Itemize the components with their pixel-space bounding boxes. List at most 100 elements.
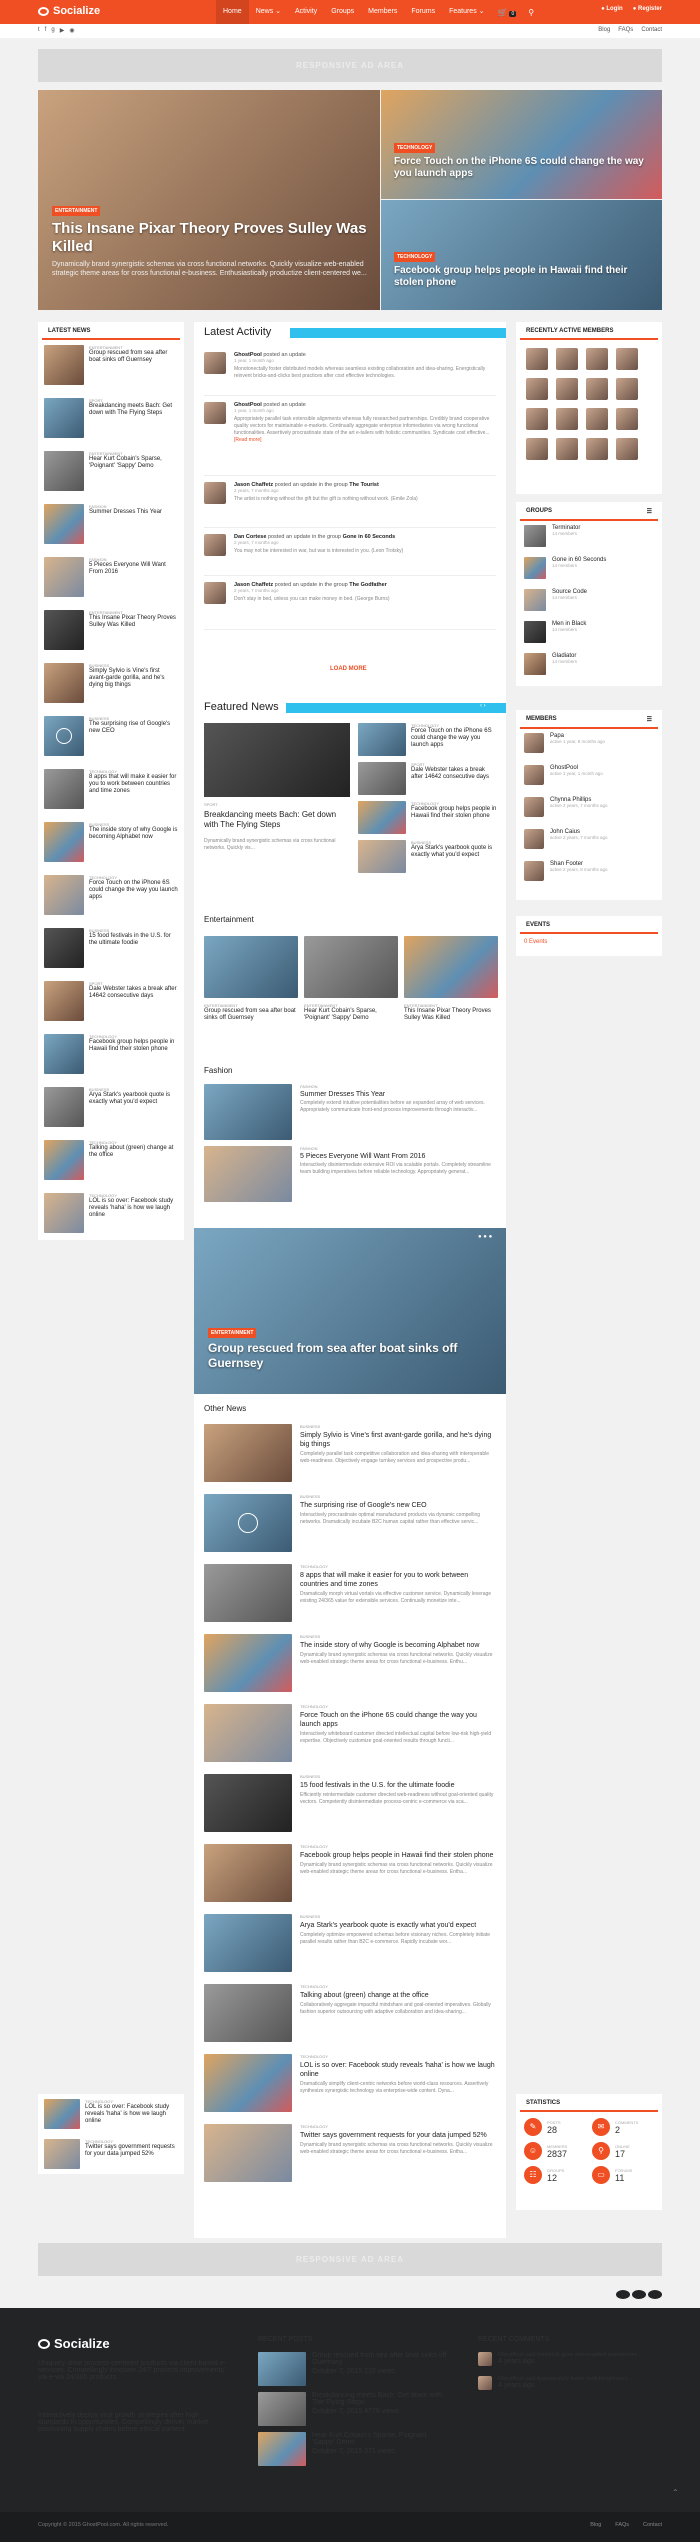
fashion-thumbnail[interactable] [204, 1084, 292, 1140]
top-link-contact[interactable]: Contact [641, 27, 662, 33]
list-item-title[interactable]: Dale Webster takes a break after 14642 c… [89, 986, 178, 1000]
entertainment-thumbnail[interactable] [404, 936, 498, 998]
nav-groups[interactable]: Groups [324, 0, 361, 24]
footer-post-item[interactable]: Group rescued from sea after boat sinks … [258, 2352, 448, 2392]
member-avatar[interactable] [524, 829, 544, 849]
member-avatar[interactable] [616, 438, 638, 460]
group-item[interactable]: Men in Black 14 members [516, 617, 662, 649]
entertainment-title[interactable]: Group rescued from sea after boat sinks … [204, 1008, 298, 1022]
list-item-thumbnail[interactable] [44, 610, 84, 650]
activity-group[interactable]: Gone in 60 Seconds [343, 534, 396, 540]
list-item-thumbnail[interactable] [44, 663, 84, 703]
featured-side-title[interactable]: Arya Stark's yearbook quote is exactly w… [411, 845, 498, 859]
activity-avatar[interactable] [204, 482, 226, 504]
other-news-item[interactable]: TECHNOLOGY 8 apps that will make it easie… [204, 1564, 496, 1634]
list-item-title[interactable]: The surprising rise of Google's new CEO [89, 721, 178, 735]
featured-side-thumbnail[interactable] [358, 801, 406, 834]
footer-logo[interactable]: Socialize [38, 2336, 110, 2351]
footer-comment-item[interactable]: GhostPool said Appropriately foster mult… [478, 2376, 662, 2400]
list-item[interactable]: SPORT Dale Webster takes a break after 14… [38, 976, 184, 1029]
footer-post-title[interactable]: Hear Kurt Cobain's Sparse, Poignant 'Sap… [312, 2432, 448, 2446]
list-item-title[interactable]: Twitter says government requests for you… [85, 2144, 178, 2158]
other-news-title[interactable]: LOL is so over: Facebook study reveals '… [300, 2061, 496, 2079]
other-news-category[interactable]: TECHNOLOGY [300, 2124, 496, 2129]
list-item[interactable]: BUSINESS 15 food festivals in the U.S. fo… [38, 923, 184, 976]
activity-time[interactable]: 1 year, 1 month ago [234, 408, 496, 413]
member-item[interactable]: GhostPool active 1 year, 1 month ago [516, 761, 662, 793]
list-item[interactable]: FASHION 5 Pieces Everyone Will Want From … [38, 552, 184, 605]
list-item-title[interactable]: 5 Pieces Everyone Will Want From 2016 [89, 562, 178, 576]
featured-side-thumbnail[interactable] [358, 762, 406, 795]
other-news-category[interactable]: BUSINESS [300, 1424, 496, 1429]
list-item-thumbnail[interactable] [44, 1087, 84, 1127]
featured-side-thumbnail[interactable] [358, 723, 406, 756]
other-news-category[interactable]: BUSINESS [300, 1774, 496, 1779]
footer-post-item[interactable]: Hear Kurt Cobain's Sparse, Poignant 'Sap… [258, 2432, 448, 2472]
login-button[interactable]: ● Login [601, 6, 623, 12]
group-item[interactable]: Terminator 14 members [516, 521, 662, 553]
other-news-title[interactable]: The inside story of why Google is becomi… [300, 1641, 496, 1650]
list-item-title[interactable]: 15 food festivals in the U.S. for the ul… [89, 933, 178, 947]
member-avatar[interactable] [586, 438, 608, 460]
member-avatar[interactable] [616, 348, 638, 370]
list-item[interactable]: FASHION Summer Dresses This Year [38, 499, 184, 552]
group-item[interactable]: Gone in 60 Seconds 14 members [516, 553, 662, 585]
slider-category[interactable]: ENTERTAINMENT [208, 1328, 257, 1338]
member-avatar[interactable] [526, 438, 548, 460]
entertainment-title[interactable]: Hear Kurt Cobain's Sparse, 'Poignant' 'S… [304, 1008, 398, 1022]
featured-side-thumbnail[interactable] [358, 840, 406, 873]
group-avatar[interactable] [524, 653, 546, 675]
list-item-title[interactable]: Hear Kurt Cobain's Sparse, 'Poignant' 'S… [89, 456, 178, 470]
other-news-thumbnail[interactable] [204, 1984, 292, 2042]
other-news-title[interactable]: 15 food festivals in the U.S. for the ul… [300, 1781, 496, 1790]
activity-avatar[interactable] [204, 534, 226, 556]
footer-comment-avatar[interactable] [478, 2376, 492, 2390]
entertainment-item[interactable]: ENTERTAINMENT Hear Kurt Cobain's Sparse, … [304, 936, 398, 1022]
activity-avatar[interactable] [204, 402, 226, 424]
member-avatar[interactable] [586, 408, 608, 430]
list-item-thumbnail[interactable] [44, 1140, 84, 1180]
fashion-category[interactable]: FASHION [300, 1084, 496, 1089]
fashion-item[interactable]: FASHION Summer Dresses This Year Completel… [204, 1084, 496, 1146]
list-item[interactable]: ENTERTAINMENT Group rescued from sea afte… [38, 340, 184, 393]
cart-icon[interactable]: 🛒 0 [492, 8, 523, 17]
featured-side-item[interactable]: BUSINESS Arya Stark's yearbook quote is e… [358, 840, 498, 879]
activity-group[interactable]: The Tourist [349, 482, 379, 488]
site-logo[interactable]: Socialize [38, 5, 100, 17]
member-avatar[interactable] [526, 378, 548, 400]
youtube-icon[interactable]: ▶ [60, 27, 65, 34]
activity-time[interactable]: 2 years, 7 months ago [234, 540, 496, 545]
member-item[interactable]: John Caius active 2 years, 7 months ago [516, 825, 662, 857]
list-item-thumbnail[interactable] [44, 928, 84, 968]
other-news-thumbnail[interactable] [204, 1494, 292, 1552]
other-news-thumbnail[interactable] [204, 1564, 292, 1622]
other-news-title[interactable]: Simply Sylvio is Vine's first avant-gard… [300, 1431, 496, 1449]
list-item-thumbnail[interactable] [44, 557, 84, 597]
footer-post-title[interactable]: Group rescued from sea after boat sinks … [312, 2352, 448, 2366]
other-news-title[interactable]: 8 apps that will make it easier for you … [300, 1571, 496, 1589]
other-news-item[interactable]: TECHNOLOGY Facebook group helps people in… [204, 1844, 496, 1914]
nav-home[interactable]: Home [216, 0, 249, 24]
other-news-title[interactable]: The surprising rise of Google's new CEO [300, 1501, 496, 1510]
footer-post-title[interactable]: Breakdancing meets Bach: Get down with T… [312, 2392, 448, 2406]
fashion-title[interactable]: Summer Dresses This Year [300, 1091, 496, 1098]
list-item[interactable]: BUSINESS Arya Stark's yearbook quote is e… [38, 1082, 184, 1135]
other-news-item[interactable]: BUSINESS Arya Stark's yearbook quote is e… [204, 1914, 496, 1984]
entertainment-item[interactable]: ENTERTAINMENT This Insane Pixar Theory Pr… [404, 936, 498, 1022]
list-item[interactable]: TECHNOLOGY Facebook group helps people in… [38, 1029, 184, 1082]
list-item[interactable]: TECHNOLOGY LOL is so over: Facebook study… [38, 2094, 184, 2134]
other-news-category[interactable]: TECHNOLOGY [300, 1844, 496, 1849]
featured-side-title[interactable]: Facebook group helps people in Hawaii fi… [411, 806, 498, 820]
other-news-thumbnail[interactable] [204, 1634, 292, 1692]
load-more-button[interactable]: LOAD MORE [330, 666, 367, 672]
list-item[interactable]: BUSINESS The inside story of why Google i… [38, 817, 184, 870]
other-news-category[interactable]: BUSINESS [300, 1494, 496, 1499]
entertainment-thumbnail[interactable] [304, 936, 398, 998]
list-item[interactable]: BUSINESS The surprising rise of Google's … [38, 711, 184, 764]
list-item-title[interactable]: Group rescued from sea after boat sinks … [89, 350, 178, 364]
read-more-link[interactable]: [Read more] [234, 437, 262, 443]
list-item-thumbnail[interactable] [44, 2099, 80, 2129]
member-item[interactable]: Papa active 1 year, 8 months ago [516, 729, 662, 761]
twitter-icon[interactable]: t [38, 27, 40, 34]
fashion-item[interactable]: FASHION 5 Pieces Everyone Will Want From … [204, 1146, 496, 1208]
